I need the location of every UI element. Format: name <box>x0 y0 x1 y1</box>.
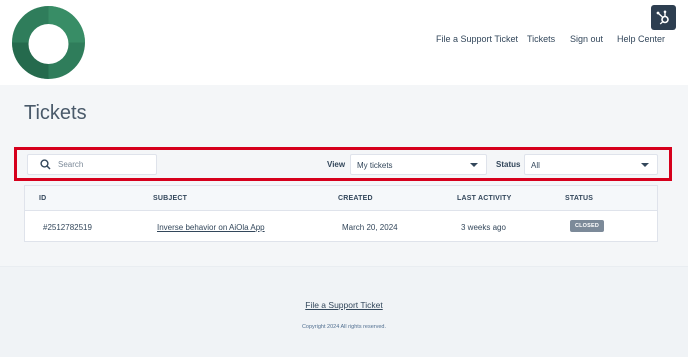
status-badge: CLOSED <box>570 220 604 232</box>
search-icon <box>40 159 51 170</box>
site-footer: File a Support Ticket Copyright 2024 All… <box>0 267 688 357</box>
nav-tickets[interactable]: Tickets <box>527 34 555 44</box>
site-header: File a Support Ticket Tickets Sign out H… <box>0 0 688 85</box>
ticket-subject-link[interactable]: Inverse behavior on AiOla App <box>157 223 265 232</box>
column-header-id[interactable]: ID <box>39 195 46 202</box>
hubspot-sprocket-icon <box>656 10 669 25</box>
nav-file-support-ticket[interactable]: File a Support Ticket <box>436 34 518 44</box>
search-input[interactable] <box>58 157 154 172</box>
nav-help-center[interactable]: Help Center <box>617 34 665 44</box>
ticket-filter-bar: View My tickets Status All <box>14 147 672 181</box>
view-select-value: My tickets <box>357 161 393 170</box>
footer-link-text[interactable]: File a Support Ticket <box>305 300 382 310</box>
tickets-table: ID SUBJECT CREATED LAST ACTIVITY STATUS … <box>24 185 658 242</box>
footer-copyright: Copyright 2024 All rights reserved. <box>301 324 387 330</box>
search-box[interactable] <box>27 154 157 175</box>
status-select-value: All <box>531 161 540 170</box>
ticket-last-activity: 3 weeks ago <box>461 223 506 232</box>
status-filter-label: Status <box>496 160 521 169</box>
ticket-id: #2512782519 <box>43 223 92 232</box>
view-filter-label: View <box>327 160 346 169</box>
page-title: Tickets <box>24 102 87 124</box>
footer-file-ticket-link: File a Support Ticket <box>0 300 688 310</box>
chevron-down-icon <box>470 163 478 167</box>
view-select[interactable]: My tickets <box>350 154 487 175</box>
company-logo-icon[interactable] <box>12 6 85 79</box>
column-header-created[interactable]: CREATED <box>338 195 373 202</box>
ticket-created-date: March 20, 2024 <box>342 223 398 232</box>
column-header-status[interactable]: STATUS <box>565 195 593 202</box>
column-header-last-activity[interactable]: LAST ACTIVITY <box>457 195 511 202</box>
column-header-subject[interactable]: SUBJECT <box>153 195 187 202</box>
table-header: ID SUBJECT CREATED LAST ACTIVITY STATUS <box>25 186 657 211</box>
chevron-down-icon <box>641 163 649 167</box>
status-select[interactable]: All <box>524 154 658 175</box>
hubspot-button[interactable] <box>651 5 676 30</box>
nav-sign-out[interactable]: Sign out <box>570 34 603 44</box>
